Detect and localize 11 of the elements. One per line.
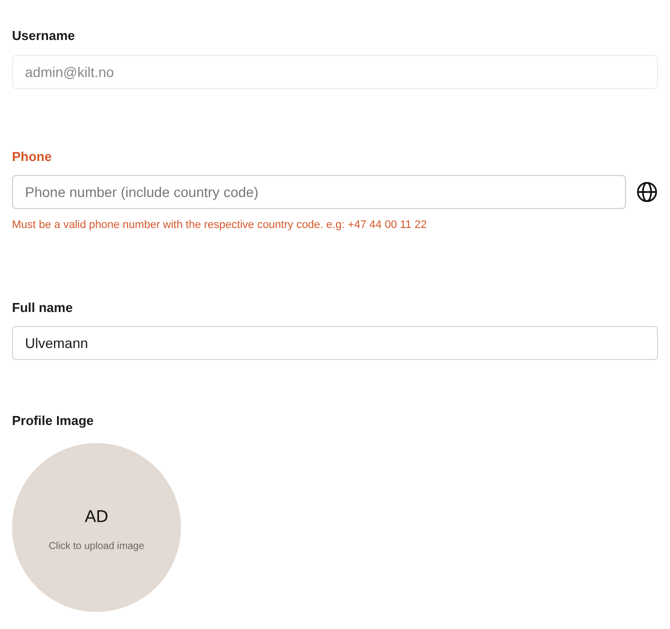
- avatar-upload[interactable]: AD Click to upload image: [12, 442, 181, 612]
- field-label: Full name: [12, 298, 74, 316]
- field-label: Phone: [12, 148, 53, 166]
- field-label: Profile Image: [12, 412, 95, 430]
- globe-icon[interactable]: [636, 181, 658, 203]
- upload-hint: Click to upload image: [48, 540, 144, 554]
- input-field[interactable]: Ulvemann: [12, 326, 658, 360]
- error-message: Must be a valid phone number with the respective country code. e.g: +47 44 00 11 22: [12, 218, 428, 233]
- input-field[interactable]: Phone number (include country code): [12, 175, 626, 209]
- avatar-initials: AD: [84, 506, 108, 528]
- field-label: Username: [12, 27, 76, 45]
